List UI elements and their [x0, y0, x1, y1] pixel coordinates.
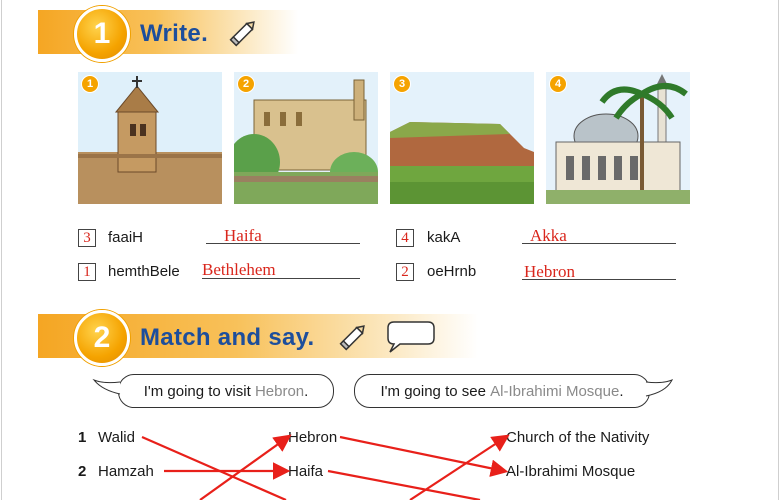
match-line: [327, 469, 481, 500]
photo-2-number: 2: [237, 75, 255, 93]
photo-3-number: 3: [393, 75, 411, 93]
match-lines: [141, 434, 510, 500]
photo-4-number: 4: [549, 75, 567, 93]
photo-1-number: 1: [81, 75, 99, 93]
